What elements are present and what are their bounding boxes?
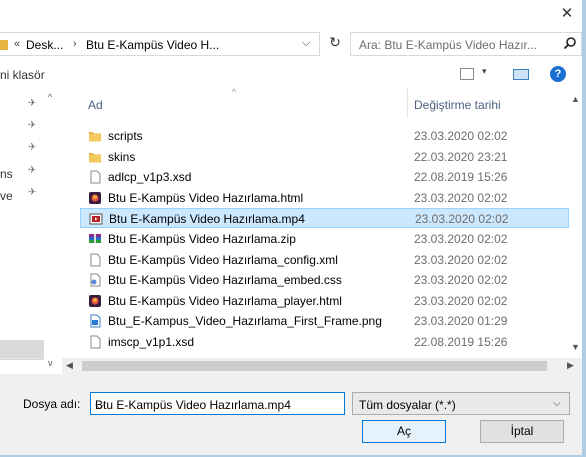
cancel-button[interactable]: İptal — [480, 420, 564, 443]
file-date: 23.03.2020 02:02 — [414, 190, 508, 205]
file-name: scripts — [108, 129, 143, 143]
nav-scroll-down-icon[interactable]: v — [48, 358, 53, 368]
open-file-dialog: ✕ « Desk... › Btu E-Kampüs Video H... ⌵ … — [0, 0, 582, 455]
nav-item-quick-access-5[interactable]: ve — [0, 189, 13, 203]
column-date-header[interactable]: Değiştirme tarihi — [414, 98, 501, 112]
document-icon — [88, 170, 102, 184]
file-date: 23.03.2020 02:02 — [414, 129, 508, 143]
file-row[interactable]: Btu E-Kampüs Video Hazırlama_embed.css 23… — [80, 270, 569, 290]
new-folder-button[interactable]: ni klasör — [0, 68, 45, 82]
search-input[interactable]: Ara: Btu E-Kampüs Video Hazır... — [359, 38, 537, 52]
file-name: skins — [108, 149, 136, 164]
address-row: « Desk... › Btu E-Kampüs Video H... ⌵ ↻ … — [0, 28, 582, 62]
video-file-icon — [89, 212, 103, 226]
document-icon — [88, 335, 102, 349]
file-date: 22.03.2020 23:21 — [414, 149, 508, 164]
file-row-selected[interactable]: Btu E-Kampüs Video Hazırlama.mp4 23.03.20… — [80, 208, 569, 229]
file-row[interactable]: skins 22.03.2020 23:21 — [80, 147, 569, 167]
scroll-thumb[interactable] — [82, 361, 547, 371]
file-date: 22.08.2019 15:26 — [414, 335, 508, 349]
file-list: Ad ^ Değiştirme tarihi scripts 23.03.2020… — [62, 87, 582, 374]
scroll-left-icon[interactable]: ◀ — [66, 360, 73, 371]
file-row[interactable]: Btu E-Kampüs Video Hazırlama.zip 23.03.20… — [80, 229, 569, 249]
vertical-scrollbar[interactable]: ▲ ▼ — [569, 88, 582, 358]
column-header: Ad ^ Değiştirme tarihi — [62, 87, 582, 118]
folder-icon — [88, 129, 102, 143]
preview-pane-icon[interactable] — [513, 69, 529, 80]
archive-icon — [88, 232, 102, 246]
html-file-icon — [88, 294, 102, 308]
file-name: Btu E-Kampüs Video Hazırlama_config.xml — [108, 252, 338, 267]
view-dropdown-icon[interactable]: ▾ — [482, 66, 487, 77]
search-box[interactable]: Ara: Btu E-Kampüs Video Hazır... — [350, 32, 582, 56]
file-type-value[interactable]: Tüm dosyalar (*.*) — [359, 398, 456, 412]
file-date: 23.03.2020 02:02 — [415, 212, 509, 227]
file-name: Btu E-Kampüs Video Hazırlama_embed.css — [108, 273, 342, 288]
folder-icon — [88, 150, 102, 164]
filename-field[interactable]: Btu E-Kampüs Video Hazırlama.mp4 ⌵ — [90, 392, 345, 415]
sort-arrow-icon: ^ — [232, 87, 237, 97]
view-options-icon[interactable] — [460, 68, 474, 80]
file-row[interactable]: Btu E-Kampüs Video Hazırlama_player.html… — [80, 291, 569, 311]
pin-icon: ✈ — [28, 187, 37, 198]
file-row[interactable]: adlcp_v1p3.xsd 22.08.2019 15:26 — [80, 167, 569, 187]
file-date: 23.03.2020 02:02 — [414, 252, 508, 267]
file-row[interactable]: Btu E-Kampüs Video Hazırlama.html 23.03.2… — [80, 188, 569, 208]
open-button[interactable]: Aç — [362, 420, 446, 443]
scroll-right-icon[interactable]: ▶ — [567, 360, 574, 371]
breadcrumb-overflow-icon[interactable]: « — [14, 38, 20, 50]
filename-value[interactable]: Btu E-Kampüs Video Hazırlama.mp4 — [95, 398, 291, 412]
file-date: 23.03.2020 02:02 — [414, 232, 508, 246]
filename-label: Dosya adı: — [23, 397, 81, 411]
search-icon[interactable] — [563, 36, 577, 50]
file-name: imscp_v1p1.xsd — [108, 335, 195, 349]
file-type-select[interactable]: Tüm dosyalar (*.*) ⌵ — [352, 392, 570, 415]
file-date: 23.03.2020 02:02 — [414, 273, 508, 288]
help-button[interactable]: ? — [550, 66, 566, 82]
scroll-down-icon[interactable]: ▼ — [571, 342, 580, 352]
css-file-icon — [88, 273, 102, 287]
breadcrumb-desktop[interactable]: Desk... — [26, 38, 63, 52]
toolbar: ni klasör ▾ ? — [0, 62, 582, 88]
file-date: 23.03.2020 01:29 — [414, 314, 508, 329]
navigation-pane: ✈ ✈ ✈ ns ✈ ve ✈ ^ v — [0, 88, 62, 374]
file-name: Btu E-Kampüs Video Hazırlama.html — [108, 190, 304, 205]
document-icon — [88, 253, 102, 267]
title-bar: ✕ — [0, 0, 582, 28]
file-name: adlcp_v1p3.xsd — [108, 170, 192, 185]
nav-scroll-up-icon[interactable]: ^ — [48, 92, 52, 102]
file-row[interactable]: Btu_E-Kampus_Video_Hazırlama_First_Frame… — [80, 311, 569, 331]
html-file-icon — [88, 191, 102, 205]
pin-icon: ✈ — [28, 120, 37, 131]
pin-icon: ✈ — [28, 98, 37, 109]
file-name: Btu E-Kampüs Video Hazırlama.mp4 — [109, 212, 305, 227]
horizontal-scrollbar[interactable]: ◀ ▶ — [62, 358, 582, 374]
breadcrumb-separator-icon: › — [73, 38, 77, 50]
address-bar[interactable]: « Desk... › Btu E-Kampüs Video H... ⌵ — [0, 32, 320, 56]
address-dropdown-icon[interactable]: ⌵ — [302, 37, 310, 50]
file-name: Btu E-Kampüs Video Hazırlama.zip — [108, 232, 296, 246]
scroll-up-icon[interactable]: ▲ — [571, 94, 580, 104]
filename-dropdown-icon[interactable]: ⌵ — [95, 398, 104, 413]
file-name: Btu_E-Kampus_Video_Hazırlama_First_Frame… — [108, 314, 382, 329]
pin-icon: ✈ — [28, 142, 37, 153]
folder-icon — [0, 40, 8, 50]
file-row[interactable]: imscp_v1p1.xsd 22.08.2019 15:26 — [80, 332, 569, 352]
breadcrumb-current-folder[interactable]: Btu E-Kampüs Video H... — [86, 38, 219, 52]
pin-icon: ✈ — [28, 165, 37, 176]
column-divider[interactable] — [407, 88, 408, 118]
file-row[interactable]: scripts 23.03.2020 02:02 — [80, 126, 569, 146]
refresh-button[interactable]: ↻ — [325, 32, 345, 52]
nav-item-selected[interactable] — [0, 340, 44, 360]
nav-item-quick-access-4[interactable]: ns — [0, 167, 13, 181]
chevron-down-icon[interactable]: ⌵ — [553, 398, 561, 409]
file-date: 23.03.2020 02:02 — [414, 293, 508, 308]
image-file-icon — [88, 314, 102, 328]
file-row[interactable]: Btu E-Kampüs Video Hazırlama_config.xml 2… — [80, 250, 569, 270]
file-date: 22.08.2019 15:26 — [414, 170, 508, 185]
file-name: Btu E-Kampüs Video Hazırlama_player.html — [108, 293, 342, 308]
column-name-header[interactable]: Ad — [88, 98, 103, 112]
nav-scrollbar[interactable]: ^ v — [44, 88, 62, 374]
close-button[interactable]: ✕ — [556, 4, 578, 24]
